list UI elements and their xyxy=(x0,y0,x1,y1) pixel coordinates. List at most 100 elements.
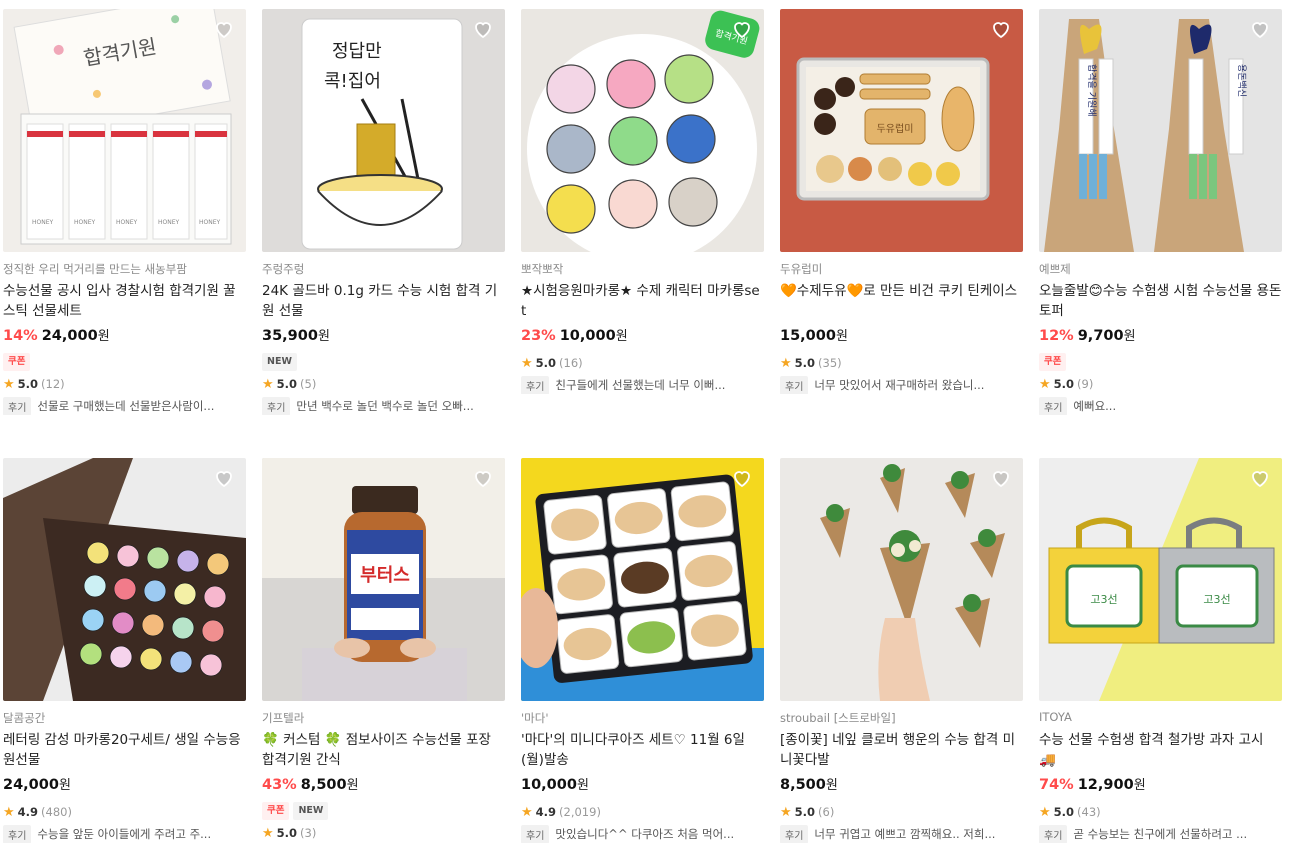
svg-text:HONEY: HONEY xyxy=(116,219,138,226)
seller-name[interactable]: stroubail [스트로바일] xyxy=(780,710,1023,726)
currency-unit: 원 xyxy=(576,778,589,793)
heart-outline-icon[interactable] xyxy=(730,466,754,490)
price: 10,000 xyxy=(559,328,616,344)
seller-name[interactable]: 두유럽미 xyxy=(780,261,1023,277)
star-icon: ★ xyxy=(262,825,274,841)
rating: ★ 5.0 (5) xyxy=(262,376,505,392)
heart-outline-icon[interactable] xyxy=(1248,466,1272,490)
price: 8,500 xyxy=(780,777,826,793)
product-card[interactable]: 합격을 기원해 용돈백신 예쁘제 오늘줄발😊수능 수험생 시험 수능선물 용돈토… xyxy=(1039,9,1282,415)
star-icon: ★ xyxy=(1039,376,1051,392)
svg-text:HONEY: HONEY xyxy=(32,219,54,226)
review-text: 곧 수능보는 친구에게 선물하려고 ... xyxy=(1073,827,1248,841)
review-tag: 후기 xyxy=(3,825,32,843)
review-preview[interactable]: 후기 예뻐요... xyxy=(1039,397,1282,415)
seller-name[interactable]: 예쁘제 xyxy=(1039,261,1282,277)
product-title[interactable]: 24K 골드바 0.1g 카드 수능 시험 합격 기원 선물 xyxy=(262,281,505,321)
seller-name[interactable]: '마다' xyxy=(521,710,764,726)
review-text: 선물로 구매했는데 선물받은사람이... xyxy=(37,399,215,413)
product-title[interactable]: 오늘줄발😊수능 수험생 시험 수능선물 용돈토퍼 xyxy=(1039,281,1282,321)
discount-rate: 23% xyxy=(521,328,556,344)
rating: ★ 4.9 (2,019) xyxy=(521,804,764,820)
review-tag: 후기 xyxy=(3,397,32,415)
currency-unit: 원 xyxy=(97,329,110,344)
character-macaron-image: 합격기원 xyxy=(521,9,764,252)
product-card[interactable]: 달콤공간 레터링 감성 마카롱20구세트/ 생일 수능응원선물 24,000원 … xyxy=(3,458,246,843)
rating-count: (5) xyxy=(300,377,317,391)
price-row: 15,000원 xyxy=(780,325,1023,347)
product-card[interactable]: 정답만 콕!집어 주렁주렁 24K 골드바 0.1g 카드 수능 시험 합격 기… xyxy=(262,9,505,415)
heart-outline-icon[interactable] xyxy=(989,17,1013,41)
product-card[interactable]: '마다' '마다'의 미니다쿠아즈 세트♡ 11월 6일(월)발송 10,000… xyxy=(521,458,764,843)
discount-rate: 14% xyxy=(3,328,38,344)
review-preview[interactable]: 후기 너무 귀엽고 예쁘고 깜찍해요.. 저희... xyxy=(780,825,1023,843)
seller-name[interactable]: 정직한 우리 먹거리를 만드는 새농부팜 xyxy=(3,261,246,277)
currency-unit: 원 xyxy=(346,778,359,793)
review-preview[interactable]: 후기 선물로 구매했는데 선물받은사람이... xyxy=(3,397,246,415)
currency-unit: 원 xyxy=(835,329,848,344)
seller-name[interactable]: 뽀작뽀작 xyxy=(521,261,764,277)
product-title[interactable]: 레터링 감성 마카롱20구세트/ 생일 수능응원선물 xyxy=(3,730,246,770)
review-preview[interactable]: 후기 맛있습니다^^ 다쿠아즈 처음 먹어... xyxy=(521,825,764,843)
review-preview[interactable]: 후기 수능을 앞둔 아이들에게 주려고 주... xyxy=(3,825,246,843)
rating-value: 5.0 xyxy=(535,356,557,370)
product-image[interactable]: 두유럽미 xyxy=(780,9,1023,252)
product-card[interactable]: 고3선 고3선 ITOYA 수능 선물 수험생 합격 철가방 과자 고시 🚚 7… xyxy=(1039,458,1282,843)
product-title[interactable]: 수능 선물 수험생 합격 철가방 과자 고시 🚚 xyxy=(1039,730,1282,770)
heart-outline-icon[interactable] xyxy=(730,17,754,41)
heart-outline-icon[interactable] xyxy=(471,17,495,41)
currency-unit: 원 xyxy=(317,329,330,344)
review-text: 너무 귀엽고 예쁘고 깜찍해요.. 저희... xyxy=(814,827,996,841)
product-title[interactable]: 수능선물 공시 입사 경찰시험 합격기원 꿀스틱 선물세트 xyxy=(3,281,246,321)
discount-rate: 74% xyxy=(1039,777,1074,793)
seller-name[interactable]: 기프텔라 xyxy=(262,710,505,726)
product-title[interactable]: '마다'의 미니다쿠아즈 세트♡ 11월 6일(월)발송 xyxy=(521,730,764,770)
rating-count: (12) xyxy=(41,377,65,391)
product-card[interactable]: 합격기원 HONEY HONEY HONEY HONEY HONEY 정직한 우… xyxy=(3,9,246,415)
review-preview[interactable]: 후기 너무 맛있어서 재구매하러 왔습니... xyxy=(780,376,1023,394)
product-image[interactable]: 합격기원 HONEY HONEY HONEY HONEY HONEY xyxy=(3,9,246,252)
tin-lunchbox-snack-image: 고3선 고3선 xyxy=(1039,458,1282,701)
review-preview[interactable]: 후기 친구들에게 선물했는데 너무 이뻐... xyxy=(521,376,764,394)
rating: ★ 5.0 (3) xyxy=(262,825,505,841)
product-image[interactable] xyxy=(521,458,764,701)
product-card[interactable]: 합격기원 뽀작뽀작 ★시험응원마카롱★ 수제 캐릭터 마카롱set 23% 10,… xyxy=(521,9,764,394)
review-tag: 후기 xyxy=(1039,825,1068,843)
star-icon: ★ xyxy=(262,376,274,392)
product-image[interactable] xyxy=(780,458,1023,701)
rating: ★ 5.0 (9) xyxy=(1039,376,1282,392)
review-preview[interactable]: 후기 곧 수능보는 친구에게 선물하려고 ... xyxy=(1039,825,1282,843)
product-card[interactable]: stroubail [스트로바일] [종이꽃] 네잎 클로버 행운의 수능 합격… xyxy=(780,458,1023,843)
rating: ★ 5.0 (35) xyxy=(780,355,1023,371)
seller-name[interactable]: ITOYA xyxy=(1039,710,1282,726)
rating-value: 5.0 xyxy=(17,377,39,391)
product-image[interactable]: 부터스 xyxy=(262,458,505,701)
heart-outline-icon[interactable] xyxy=(471,466,495,490)
product-image[interactable]: 고3선 고3선 xyxy=(1039,458,1282,701)
box-label-left: 고3선 xyxy=(1090,593,1117,606)
product-image[interactable]: 합격을 기원해 용돈백신 xyxy=(1039,9,1282,252)
card-text-line1: 정답만 xyxy=(332,41,382,62)
price: 24,000 xyxy=(41,328,98,344)
heart-outline-icon[interactable] xyxy=(212,466,236,490)
product-card[interactable]: 두유럽미 두유럽미 🧡수제두유🧡로 만든 비건 쿠키 틴케이스 15,000원 … xyxy=(780,9,1023,394)
product-image[interactable]: 정답만 콕!집어 xyxy=(262,9,505,252)
star-icon: ★ xyxy=(780,804,792,820)
rating-value: 5.0 xyxy=(276,826,298,840)
heart-outline-icon[interactable] xyxy=(1248,17,1272,41)
heart-outline-icon[interactable] xyxy=(212,17,236,41)
review-preview[interactable]: 후기 만년 백수로 놀던 백수로 놀던 오빠... xyxy=(262,397,505,415)
heart-outline-icon[interactable] xyxy=(989,466,1013,490)
seller-name[interactable]: 주렁주렁 xyxy=(262,261,505,277)
product-title[interactable]: [종이꽃] 네잎 클로버 행운의 수능 합격 미니꽃다발 xyxy=(780,730,1023,770)
rating: ★ 5.0 (6) xyxy=(780,804,1023,820)
product-image[interactable]: 합격기원 xyxy=(521,9,764,252)
product-title[interactable]: 🧡수제두유🧡로 만든 비건 쿠키 틴케이스 xyxy=(780,281,1023,321)
review-text: 너무 맛있어서 재구매하러 왔습니... xyxy=(814,378,985,392)
seller-name[interactable]: 달콤공간 xyxy=(3,710,246,726)
product-card[interactable]: 부터스 기프텔라 🍀 커스텀 🍀 점보사이즈 수능선물 포장 합격기원 간식 4… xyxy=(262,458,505,841)
product-image[interactable] xyxy=(3,458,246,701)
discount-rate: 43% xyxy=(262,777,297,793)
product-title[interactable]: 🍀 커스텀 🍀 점보사이즈 수능선물 포장 합격기원 간식 xyxy=(262,730,505,770)
product-title[interactable]: ★시험응원마카롱★ 수제 캐릭터 마카롱set xyxy=(521,281,764,321)
